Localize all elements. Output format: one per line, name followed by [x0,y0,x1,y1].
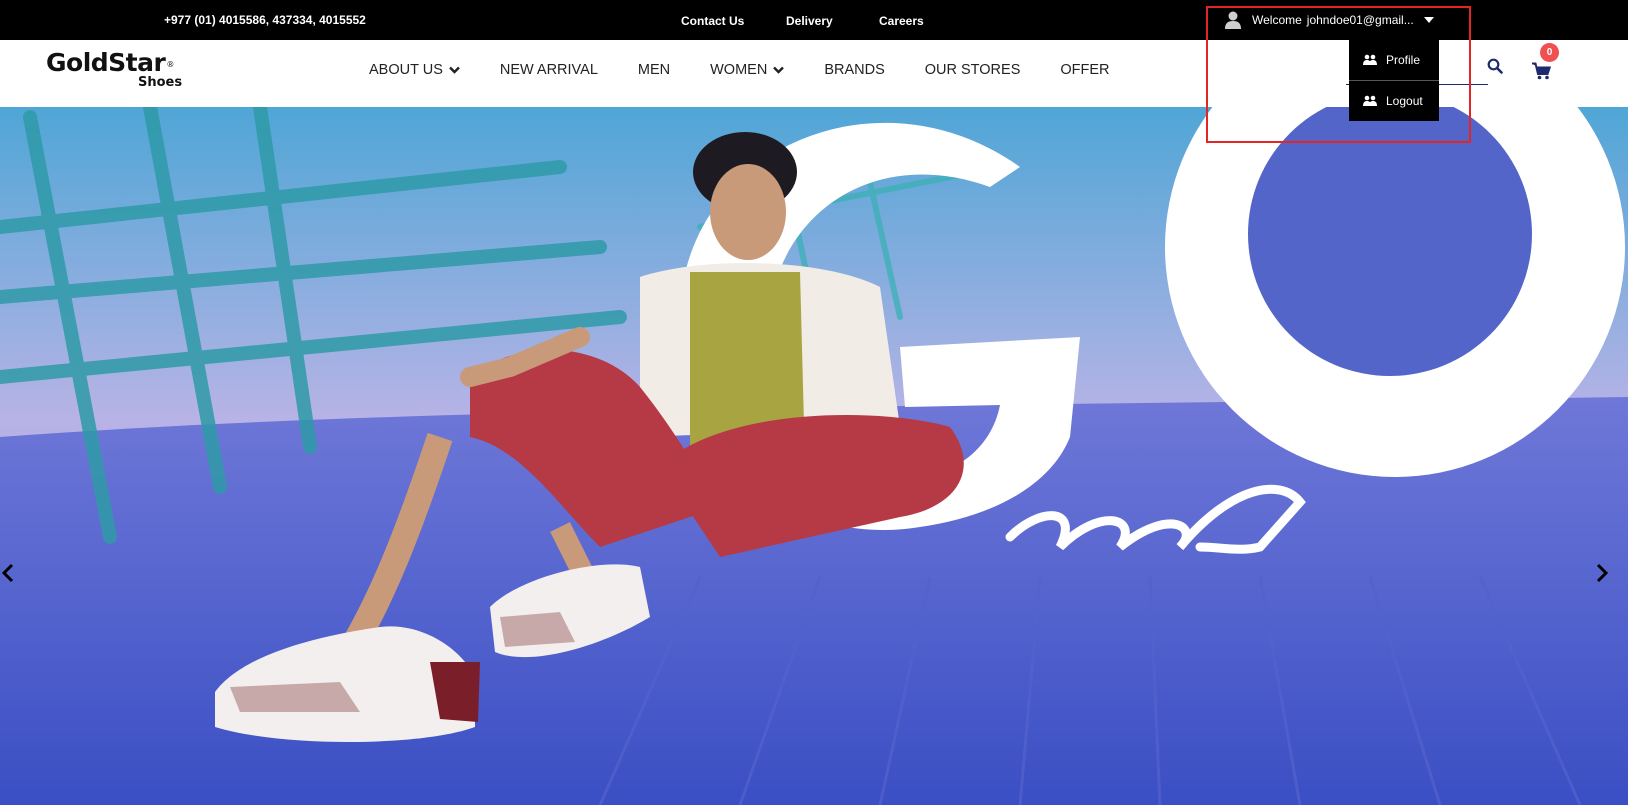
goldstar-logo[interactable]: GoldStar® Shoes [46,48,183,90]
user-icon [1225,11,1241,29]
nav-label: MEN [637,62,671,78]
cart-icon[interactable] [1532,62,1552,80]
phone-numbers: +977 (01) 4015586, 437334, 4015552 [164,13,366,27]
logo-text: GoldStar [46,48,166,77]
nav-about-us[interactable]: ABOUT US [369,62,460,78]
nav-offer[interactable]: OFFER [1060,62,1109,78]
user-email: johndoe01@gmail... [1306,13,1414,27]
nav-brands[interactable]: BRANDS [824,62,884,78]
arrow-right-icon[interactable] [1594,562,1610,584]
logo-subtext: Shoes [138,75,183,90]
nav-our-stores[interactable]: OUR STORES [925,62,1021,78]
caret-down-icon [1423,17,1434,23]
cart-count-badge: 0 [1540,43,1559,62]
user-dropdown-menu: Profile Logout [1349,40,1439,121]
nav-label: OFFER [1060,62,1110,78]
hero-banner [0,107,1628,805]
users-icon [1363,54,1377,65]
users-icon [1363,95,1377,106]
arrow-left-icon[interactable] [0,562,16,584]
careers-link[interactable]: Careers [879,14,924,28]
nav-men[interactable]: MEN [638,62,670,78]
chevron-down-icon [773,66,785,74]
nav-label: NEW ARRIVAL [499,62,598,78]
nav-label: OUR STORES [924,62,1021,78]
nav-label: BRANDS [824,62,885,78]
nav-label: WOMEN [710,62,768,78]
nav-label: ABOUT US [369,62,443,78]
nav-new-arrival[interactable]: NEW ARRIVAL [500,62,598,78]
profile-menu-item[interactable]: Profile [1349,40,1439,80]
welcome-label: Welcome [1252,13,1302,27]
nav-women[interactable]: WOMEN [710,62,785,78]
logout-label: Logout [1386,93,1423,108]
top-bar: +977 (01) 4015586, 437334, 4015552 Conta… [0,0,1628,40]
profile-label: Profile [1386,53,1421,67]
chevron-down-icon [449,66,460,74]
delivery-link[interactable]: Delivery [786,14,833,28]
contact-us-link[interactable]: Contact Us [681,14,744,28]
registered-mark: ® [166,60,174,69]
search-icon[interactable] [1487,58,1503,74]
main-nav: ABOUT US NEW ARRIVAL MEN WOMEN BRANDS OU… [369,62,1150,78]
hero-image [0,107,1628,805]
user-menu-toggle[interactable]: Welcome johndoe01@gmail... [1224,8,1434,32]
logout-menu-item[interactable]: Logout [1349,80,1439,120]
